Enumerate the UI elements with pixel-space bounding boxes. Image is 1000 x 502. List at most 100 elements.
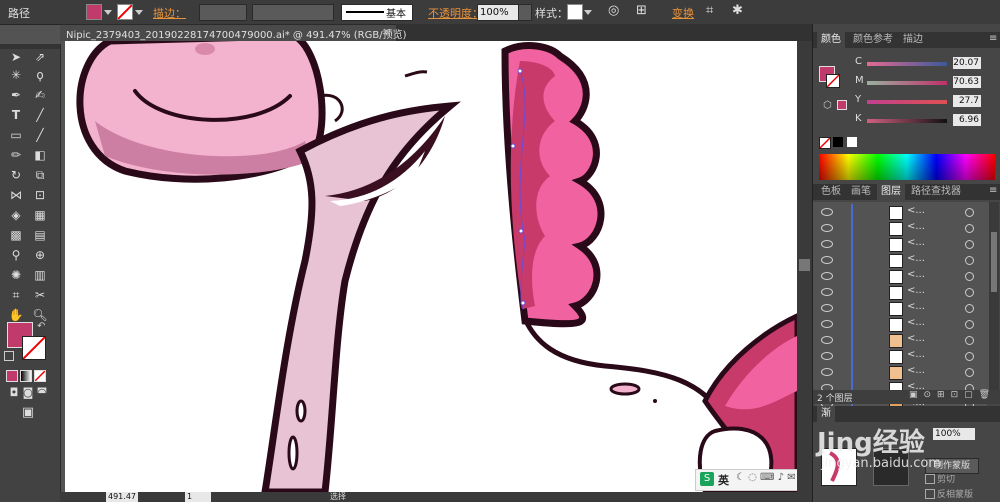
yellow-slider[interactable]: [867, 100, 947, 104]
layer-target-icon[interactable]: [965, 288, 974, 297]
visibility-eye-icon[interactable]: [821, 336, 833, 344]
magenta-value-field[interactable]: 70.63: [953, 76, 981, 88]
tab-pathfinder[interactable]: 路径查找器: [907, 184, 965, 200]
visibility-eye-icon[interactable]: [821, 224, 833, 232]
none-color-icon[interactable]: [819, 137, 831, 149]
visibility-eye-icon[interactable]: [821, 208, 833, 216]
curvature-tool-icon[interactable]: ✍: [30, 86, 50, 104]
anchor-point[interactable]: [518, 228, 524, 234]
anchor-point[interactable]: [510, 143, 516, 149]
layers-scroll-thumb[interactable]: [991, 232, 997, 292]
gamut-swatch[interactable]: [837, 100, 847, 110]
stroke-dropdown-arrow[interactable]: [135, 10, 143, 15]
opacity-dropdown[interactable]: [518, 4, 532, 21]
layer-target-icon[interactable]: [965, 304, 974, 313]
brush-definition-dropdown[interactable]: 基本: [341, 4, 413, 21]
layer-row[interactable]: <...: [815, 220, 987, 237]
layer-target-icon[interactable]: [965, 272, 974, 281]
vertical-scrollbar[interactable]: [797, 41, 812, 492]
screen-mode-icon[interactable]: ▣: [18, 404, 38, 422]
layer-row[interactable]: <...: [815, 364, 987, 381]
cyan-slider[interactable]: [867, 62, 947, 66]
layer-footer-buttons[interactable]: ▣⊙⊞⊡▢🗑︎: [909, 390, 996, 400]
type-tool-icon[interactable]: T: [6, 106, 26, 124]
tab-stroke[interactable]: 描边: [899, 32, 927, 48]
stroke-weight-field[interactable]: [199, 4, 247, 21]
blend-tool-icon[interactable]: ⊕: [30, 246, 50, 264]
black-value-field[interactable]: 6.96: [953, 114, 981, 126]
invert-mask-checkbox[interactable]: [925, 489, 935, 499]
out-of-gamut-icon[interactable]: ⬡: [823, 100, 832, 111]
panel-menu-icon[interactable]: ≡: [989, 33, 997, 44]
document-tab[interactable]: Nipic_2379403_20190228174700479000.ai* @…: [60, 24, 407, 41]
eraser-tool-icon[interactable]: ◧: [30, 146, 50, 164]
pencil-tool-icon[interactable]: ✏: [6, 146, 26, 164]
fill-dropdown-arrow[interactable]: [104, 10, 112, 15]
anchor-point[interactable]: [520, 300, 526, 306]
visibility-eye-icon[interactable]: [821, 256, 833, 264]
layer-row[interactable]: <...: [815, 332, 987, 349]
visibility-eye-icon[interactable]: [821, 240, 833, 248]
graphic-style-swatch[interactable]: [567, 4, 583, 20]
tab-brushes[interactable]: 画笔: [847, 184, 875, 200]
column-graph-tool-icon[interactable]: ▥: [30, 266, 50, 284]
variable-width-dropdown[interactable]: [252, 4, 334, 21]
close-tab-icon[interactable]: ×: [382, 25, 391, 38]
selection-tool-icon[interactable]: ➤: [6, 48, 26, 66]
layer-row[interactable]: <...: [815, 236, 987, 253]
layer-target-icon[interactable]: [965, 352, 974, 361]
clip-checkbox[interactable]: [925, 474, 935, 484]
layer-target-icon[interactable]: [965, 208, 974, 217]
layer-row[interactable]: <...: [815, 348, 987, 365]
gradient-mode-icon[interactable]: [20, 370, 32, 382]
stroke-color-box[interactable]: [22, 336, 46, 360]
default-colors-icon[interactable]: [4, 351, 14, 361]
recolor-icon[interactable]: ◎: [608, 3, 619, 18]
opacity-field[interactable]: 100%: [477, 4, 521, 21]
ime-tools-icons[interactable]: ☾ ◌ ⌨ ♪ ✉ ✦: [736, 472, 797, 483]
black-color-icon[interactable]: [833, 137, 843, 147]
artboard-tool-icon[interactable]: ⌗: [6, 286, 26, 304]
stroke-swatch[interactable]: [117, 4, 133, 20]
color-mode-icon[interactable]: [6, 370, 18, 382]
panel-menu-icon[interactable]: ≡: [989, 185, 997, 196]
paintbrush-tool-icon[interactable]: ╱: [30, 126, 50, 144]
transform-label[interactable]: 变换: [672, 5, 694, 21]
black-slider[interactable]: [867, 119, 947, 123]
layer-target-icon[interactable]: [965, 368, 974, 377]
layer-row[interactable]: <...: [815, 268, 987, 285]
visibility-eye-icon[interactable]: [821, 352, 833, 360]
none-mode-icon[interactable]: [34, 370, 46, 382]
width-tool-icon[interactable]: ⋈: [6, 186, 26, 204]
color-panel-stroke-box[interactable]: [826, 74, 840, 88]
layer-target-icon[interactable]: [965, 320, 974, 329]
stroke-label[interactable]: 描边：: [153, 5, 186, 21]
yellow-value-field[interactable]: 27.7: [953, 95, 981, 107]
scale-tool-icon[interactable]: ⧉: [30, 166, 50, 184]
layer-row[interactable]: <...: [815, 204, 987, 221]
tab-layers[interactable]: 图层: [877, 184, 905, 200]
scroll-thumb[interactable]: [799, 259, 810, 271]
visibility-eye-icon[interactable]: [821, 320, 833, 328]
mesh-tool-icon[interactable]: ▩: [6, 226, 26, 244]
layer-row[interactable]: <...: [815, 316, 987, 333]
artboard-canvas[interactable]: S 英 ☾ ◌ ⌨ ♪ ✉ ✦: [65, 41, 797, 492]
color-spectrum[interactable]: [819, 154, 995, 180]
direct-selection-tool-icon[interactable]: ⇗: [30, 48, 50, 66]
transparency-opacity-field[interactable]: 100%: [933, 428, 975, 440]
layer-target-icon[interactable]: [965, 256, 974, 265]
line-tool-icon[interactable]: ╱: [30, 106, 50, 124]
visibility-eye-icon[interactable]: [821, 304, 833, 312]
anchor-point[interactable]: [517, 68, 523, 74]
panel-menu-icon[interactable]: ✱: [732, 3, 743, 18]
visibility-eye-icon[interactable]: [821, 288, 833, 296]
sogou-logo-icon[interactable]: S: [700, 472, 714, 486]
layer-row[interactable]: <...: [815, 252, 987, 269]
visibility-eye-icon[interactable]: [821, 272, 833, 280]
magenta-slider[interactable]: [867, 81, 947, 85]
swap-fill-stroke-icon[interactable]: ↶: [37, 321, 45, 332]
layer-target-icon[interactable]: [965, 240, 974, 249]
eyedropper-tool-icon[interactable]: ⚲: [6, 246, 26, 264]
cyan-value-field[interactable]: 20.07: [953, 57, 981, 69]
visibility-eye-icon[interactable]: [821, 368, 833, 376]
